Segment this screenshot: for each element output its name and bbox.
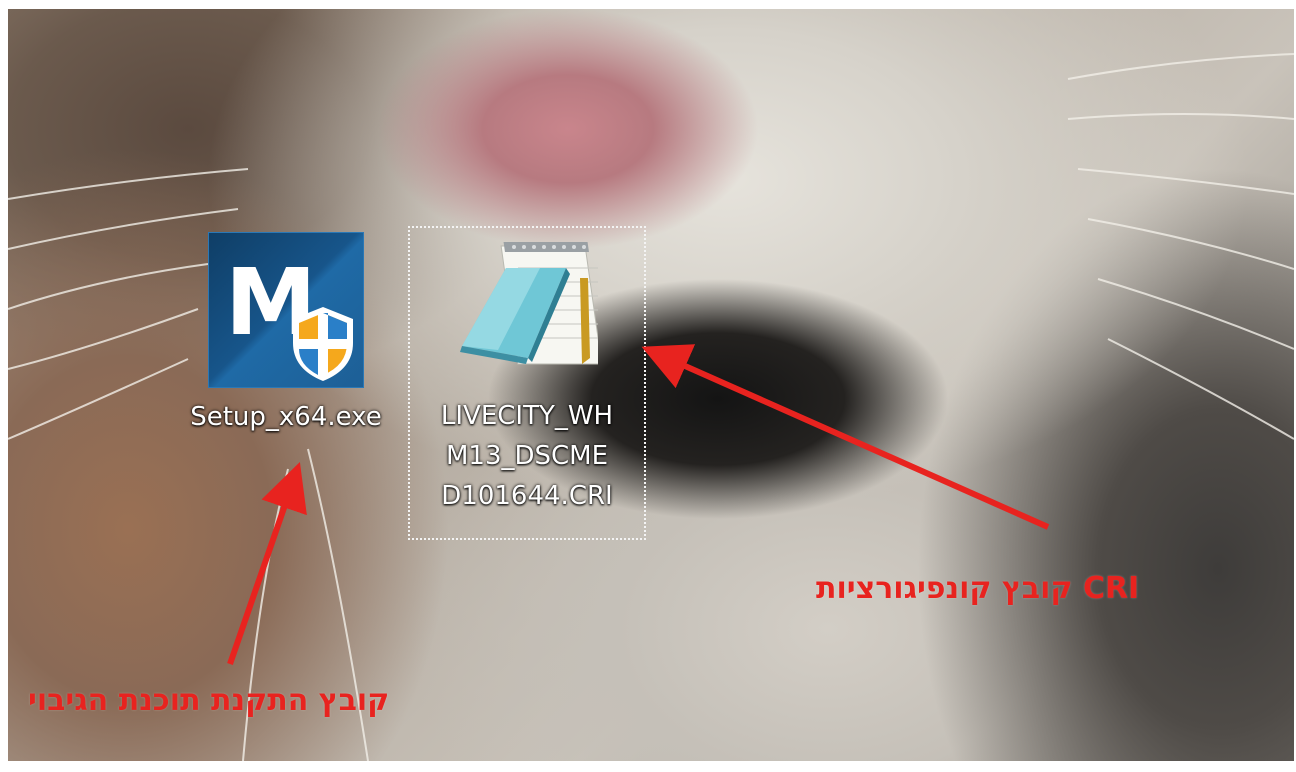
desktop-wallpaper: M Setup_x64.exe LIVECITY_WH M13_DSCME D1…: [8, 9, 1294, 761]
icon-label-line: D101644.CRI: [441, 481, 613, 511]
installer-app-icon: M: [208, 232, 364, 388]
shield-icon: [293, 307, 353, 381]
icon-label: LIVECITY_WH M13_DSCME D101644.CRI: [412, 396, 642, 516]
icon-label-line: LIVECITY_WH: [440, 401, 614, 431]
setup-file-caption: קובץ התקנת תוכנת הגיבוי: [28, 683, 390, 718]
icon-label: Setup_x64.exe: [190, 402, 382, 432]
desktop-icon-cri-file[interactable]: LIVECITY_WH M13_DSCME D101644.CRI: [408, 226, 646, 540]
cri-file-caption: CRI קובץ קונפיגורציות: [816, 571, 1140, 606]
icon-label-line: M13_DSCME: [445, 441, 609, 471]
desktop-icon-setup[interactable]: M Setup_x64.exe: [168, 229, 404, 445]
notepad-document-icon: [460, 242, 598, 365]
